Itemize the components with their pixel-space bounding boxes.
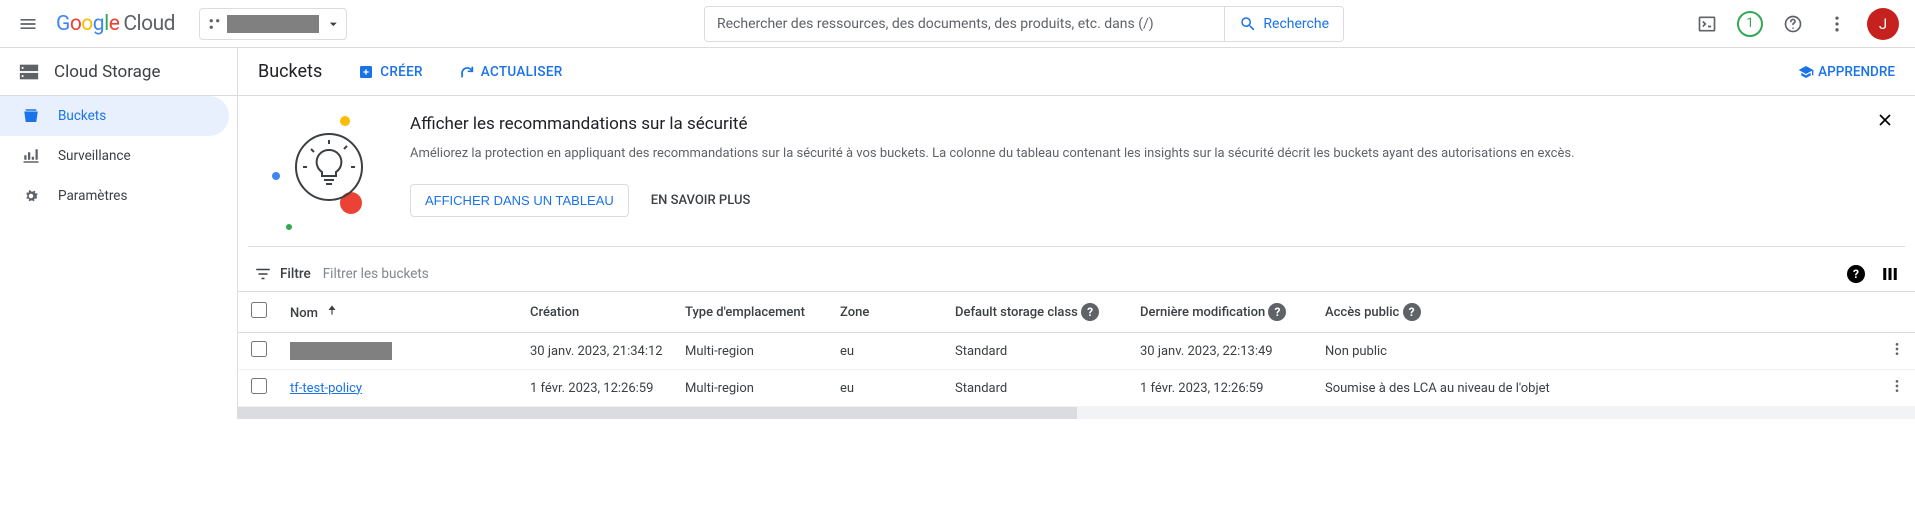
close-icon[interactable] [1875,110,1895,134]
banner-primary-button[interactable]: AFFICHER DANS UN TABLEAU [410,184,629,217]
row-checkbox[interactable] [251,378,267,394]
refresh-button[interactable]: ACTUALISER [459,64,563,80]
column-header-modified[interactable]: Dernière modification ? [1130,292,1315,333]
service-header: Cloud Storage [0,48,237,96]
sidebar: Cloud Storage Buckets Surveillance Param… [0,48,238,419]
banner-text: Améliorez la protection en appliquant de… [410,144,1575,164]
filter-bar: Filtre Filtrer les buckets ? [238,247,1915,291]
search-input[interactable]: Rechercher des ressources, des documents… [704,6,1225,42]
filter-label: Filtre [280,266,311,282]
bucket-icon [22,107,40,125]
refresh-icon [459,64,475,80]
service-name: Cloud Storage [54,62,161,82]
create-button[interactable]: CRÉER [358,64,423,80]
search-placeholder-text: Rechercher des ressources, des documents… [717,16,1154,32]
column-header-creation[interactable]: Création [520,292,675,333]
plus-box-icon [358,64,374,80]
banner-content: Afficher les recommandations sur la sécu… [410,114,1575,224]
search-button[interactable]: Recherche [1225,6,1344,42]
cell-public-access: Soumise à des LCA au niveau de l'objet [1315,370,1879,407]
help-icon[interactable]: ? [1081,303,1099,321]
sidebar-item-label: Buckets [58,108,106,124]
column-header-location-type[interactable]: Type d'emplacement [675,292,830,333]
sort-asc-icon [325,303,339,317]
cell-modified: 30 janv. 2023, 22:13:49 [1130,333,1315,370]
table-row: tf-test-policy1 févr. 2023, 12:26:59Mult… [238,370,1915,407]
project-icon [208,17,221,31]
cloud-storage-icon [18,61,40,83]
column-header-name[interactable]: Nom [280,292,520,333]
top-bar: Google Cloud Rechercher des ressources, … [0,0,1915,48]
cell-public-access: Non public [1315,333,1879,370]
more-vert-icon[interactable] [1889,341,1905,357]
column-header-public-access[interactable]: Accès public ? [1315,292,1879,333]
filter-help-icon[interactable]: ? [1847,265,1865,283]
cell-location-type: Multi-region [675,370,830,407]
security-recommendation-banner: Afficher les recommandations sur la sécu… [248,96,1905,247]
bucket-name-link[interactable]: tf-test-policy [290,381,362,396]
banner-secondary-button[interactable]: EN SAVOIR PLUS [651,193,751,208]
column-header-zone[interactable]: Zone [830,292,945,333]
help-icon[interactable] [1779,10,1807,38]
trial-badge[interactable]: 1 [1737,11,1763,37]
project-name-redacted [227,15,319,33]
avatar[interactable]: J [1867,8,1899,40]
cell-created: 1 févr. 2023, 12:26:59 [520,370,675,407]
page-title: Buckets [258,61,322,82]
refresh-label: ACTUALISER [481,64,563,80]
column-options-icon[interactable] [1881,265,1899,283]
learn-button[interactable]: APPRENDRE [1798,64,1895,80]
buckets-table: Nom Création Type d'emplacement Zone Def… [238,291,1915,407]
cell-zone: eu [830,333,945,370]
create-label: CRÉER [380,64,423,80]
sidebar-item-parametres[interactable]: Paramètres [0,176,237,216]
help-icon[interactable]: ? [1268,303,1286,321]
column-header-storage-class[interactable]: Default storage class ? [945,292,1130,333]
graduation-cap-icon [1798,64,1814,80]
more-vert-icon[interactable] [1889,378,1905,394]
cell-zone: eu [830,370,945,407]
search-area: Rechercher des ressources, des documents… [371,6,1677,42]
search-icon [1239,15,1257,33]
lightbulb-icon [294,132,364,202]
cell-storage-class: Standard [945,333,1130,370]
sidebar-item-label: Paramètres [58,188,127,204]
logo-suffix: Cloud [123,12,175,36]
cell-created: 30 janv. 2023, 21:34:12 [520,333,675,370]
cell-location-type: Multi-region [675,333,830,370]
table-row: 30 janv. 2023, 21:34:12Multi-regioneuSta… [238,333,1915,370]
page-header: Buckets CRÉER ACTUALISER APPRENDRE [238,48,1915,96]
sidebar-item-label: Surveillance [58,148,131,164]
cloud-shell-icon[interactable] [1693,10,1721,38]
hamburger-menu-icon[interactable] [16,12,40,36]
search-button-label: Recherche [1263,16,1329,32]
learn-label: APPRENDRE [1818,64,1895,80]
gear-icon [22,187,40,205]
sidebar-item-surveillance[interactable]: Surveillance [0,136,237,176]
bucket-name-redacted [290,342,392,360]
more-vert-icon[interactable] [1823,10,1851,38]
monitoring-icon [22,147,40,165]
top-right-tools: 1 J [1693,8,1899,40]
sidebar-item-buckets[interactable]: Buckets [0,96,229,136]
horizontal-scrollbar[interactable] [238,407,1915,419]
row-checkbox[interactable] [251,341,267,357]
banner-illustration [268,114,388,224]
project-picker[interactable] [199,8,347,40]
avatar-letter: J [1879,15,1887,33]
trial-badge-number: 1 [1746,16,1753,31]
filter-icon [254,265,272,283]
cell-storage-class: Standard [945,370,1130,407]
help-icon[interactable]: ? [1403,303,1421,321]
filter-input[interactable]: Filtrer les buckets [323,266,429,282]
cell-modified: 1 févr. 2023, 12:26:59 [1130,370,1315,407]
main-content: Buckets CRÉER ACTUALISER APPRENDRE [238,48,1915,419]
select-all-checkbox[interactable] [251,302,267,318]
chevron-down-icon [325,15,342,33]
table-header-row: Nom Création Type d'emplacement Zone Def… [238,292,1915,333]
banner-title: Afficher les recommandations sur la sécu… [410,114,1575,134]
google-cloud-logo[interactable]: Google Cloud [56,12,175,36]
